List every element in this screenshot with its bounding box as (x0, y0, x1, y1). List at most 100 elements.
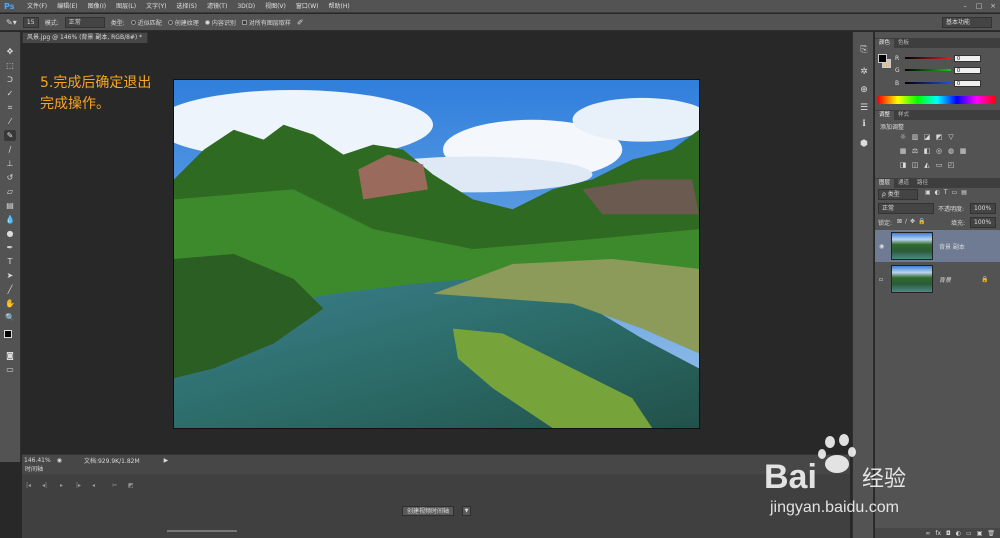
layer-row[interactable]: ◉ 背景 副本 (875, 230, 1000, 262)
layer-kind-filter[interactable]: ρ 类型 (878, 189, 918, 200)
zoom-level[interactable]: 146.41% (24, 457, 51, 464)
workspace-select[interactable]: 基本功能 (942, 17, 992, 28)
document-tab[interactable]: 风景.jpg @ 146% (背景 副本, RGB/8#) * × (22, 32, 148, 43)
audio-icon[interactable]: ◂ (92, 482, 95, 489)
prev-frame-icon[interactable]: ◂| (42, 482, 47, 489)
menu-view[interactable]: 视图(V) (260, 0, 291, 13)
status-menu-arrow[interactable]: ▶ (164, 457, 169, 464)
tab-color[interactable]: 颜色 (875, 39, 895, 48)
link-icon[interactable]: ∞ (925, 530, 930, 537)
green-value[interactable]: 0 (954, 66, 981, 74)
blue-value[interactable]: 0 (954, 79, 981, 87)
layer-filter-icons[interactable]: ▣◐T▭▤ (925, 189, 971, 196)
eyedropper-tool-icon[interactable]: ⁄ (4, 116, 16, 127)
clone-source-icon[interactable]: ⊕ (858, 84, 870, 96)
hand-tool-icon[interactable]: ✋ (4, 298, 16, 309)
color-lookup-icon[interactable]: ▦ (959, 147, 967, 155)
trash-icon[interactable]: 🗑 (987, 530, 995, 537)
path-select-tool-icon[interactable]: ➤ (4, 270, 16, 281)
curves-icon[interactable]: ◪ (923, 133, 931, 141)
healing-brush-tool-icon[interactable]: ✎ (4, 130, 16, 141)
posterize-icon[interactable]: ◫ (911, 161, 919, 169)
red-track[interactable] (905, 57, 951, 59)
adjustment-layer-icon[interactable]: ◐ (956, 530, 961, 537)
info-panel-icon[interactable]: ℹ (858, 118, 870, 130)
bw-icon[interactable]: ◧ (923, 147, 931, 155)
info-icon[interactable]: ◉ (57, 457, 62, 464)
3d-icon[interactable]: ⬢ (858, 138, 870, 150)
landscape-photo[interactable] (173, 79, 700, 429)
blend-mode-select[interactable]: 正常 (878, 203, 934, 214)
history-brush-tool-icon[interactable]: ↺ (4, 172, 16, 183)
gradient-tool-icon[interactable]: ▤ (4, 200, 16, 211)
exposure-icon[interactable]: ◩ (935, 133, 943, 141)
mode-select[interactable]: 正常 (64, 16, 105, 28)
lock-icons[interactable]: ⊠∕✥🔒 (897, 218, 929, 225)
tab-layers[interactable]: 图层 (875, 179, 895, 188)
menu-select[interactable]: 选择(S) (171, 0, 202, 13)
green-slider[interactable]: G 0 (895, 66, 997, 74)
menu-file[interactable]: 文件(F) (22, 0, 52, 13)
screen-mode-icon[interactable]: ▭ (4, 364, 16, 375)
gradient-map-icon[interactable]: ▭ (935, 161, 943, 169)
play-icon[interactable]: ▸ (60, 482, 63, 489)
blur-tool-icon[interactable]: 💧 (4, 214, 16, 225)
menu-edit[interactable]: 编辑(E) (52, 0, 82, 13)
new-layer-icon[interactable]: ▣ (977, 530, 983, 537)
blue-slider[interactable]: B 0 (895, 79, 997, 87)
photo-filter-icon[interactable]: ◎ (935, 147, 943, 155)
next-frame-icon[interactable]: |▸ (76, 482, 81, 489)
sample-all-layers-checkbox[interactable]: 对所有图层取样 (241, 18, 291, 27)
red-value[interactable]: 0 (954, 54, 981, 62)
first-frame-icon[interactable]: |◂ (26, 482, 31, 489)
brush-settings-icon[interactable]: ✲ (858, 66, 870, 78)
brightness-icon[interactable]: ☼ (899, 133, 907, 141)
pen-tool-icon[interactable]: ✒ (4, 242, 16, 253)
maximize-button[interactable]: □ (972, 0, 986, 13)
mask-icon[interactable]: ◘ (946, 530, 951, 537)
menu-type[interactable]: 文字(Y) (141, 0, 171, 13)
create-video-timeline-button[interactable]: 创建视频时间轴 (402, 506, 455, 516)
radio-content-aware[interactable]: 内容识别 (204, 18, 236, 27)
menu-layer[interactable]: 图层(L) (111, 0, 141, 13)
tab-channels[interactable]: 通道 (894, 179, 913, 188)
tab-paths[interactable]: 路径 (913, 179, 932, 188)
eye-hidden-icon[interactable]: ▫ (879, 276, 885, 283)
fill-field[interactable]: 100% (970, 217, 996, 228)
brush-size-picker[interactable]: 15 (22, 16, 39, 28)
timeline-tab[interactable]: 时间轴 (22, 465, 850, 474)
vibrance-icon[interactable]: ▽ (947, 133, 955, 141)
menu-image[interactable]: 图像(I) (83, 0, 111, 13)
eye-icon[interactable]: ◉ (879, 243, 885, 250)
pressure-icon[interactable]: ✐ (297, 18, 304, 27)
stamp-tool-icon[interactable]: ⊥ (4, 158, 16, 169)
invert-icon[interactable]: ◨ (899, 161, 907, 169)
radio-create-texture[interactable]: 创建纹理 (167, 18, 199, 27)
layer-row[interactable]: ▫ 背景 🔒 (875, 263, 1000, 295)
marquee-tool-icon[interactable]: ⬚ (4, 60, 16, 71)
layer-name[interactable]: 背景 副本 (939, 242, 965, 251)
history-icon[interactable]: ⎘ (858, 44, 870, 56)
radio-proximity-match[interactable]: 近似匹配 (130, 18, 162, 27)
properties-icon[interactable]: ☰ (858, 102, 870, 114)
menu-window[interactable]: 窗口(W) (291, 0, 324, 13)
minimize-button[interactable]: – (958, 0, 972, 13)
menu-3d[interactable]: 3D(D) (232, 0, 260, 13)
selective-color-icon[interactable]: ◰ (947, 161, 955, 169)
shape-tool-icon[interactable]: ╱ (4, 284, 16, 295)
green-track[interactable] (905, 69, 951, 71)
eraser-tool-icon[interactable]: ▱ (4, 186, 16, 197)
foreground-color-swatch[interactable] (4, 330, 12, 338)
quick-select-tool-icon[interactable]: ✓ (4, 88, 16, 99)
opacity-field[interactable]: 100% (970, 203, 996, 214)
hue-icon[interactable]: ▦ (899, 147, 907, 155)
fx-icon[interactable]: fx (935, 530, 941, 537)
split-icon[interactable]: ✂ (112, 482, 117, 489)
dodge-tool-icon[interactable]: ● (4, 228, 16, 239)
timeline-zoom-slider[interactable] (167, 530, 237, 532)
group-icon[interactable]: ▭ (966, 530, 972, 537)
close-tab-icon[interactable]: × (147, 34, 148, 41)
color-balance-icon[interactable]: ⚖ (911, 147, 919, 155)
create-timeline-dropdown[interactable]: ▼ (462, 506, 471, 516)
transition-icon[interactable]: ◩ (128, 482, 134, 489)
